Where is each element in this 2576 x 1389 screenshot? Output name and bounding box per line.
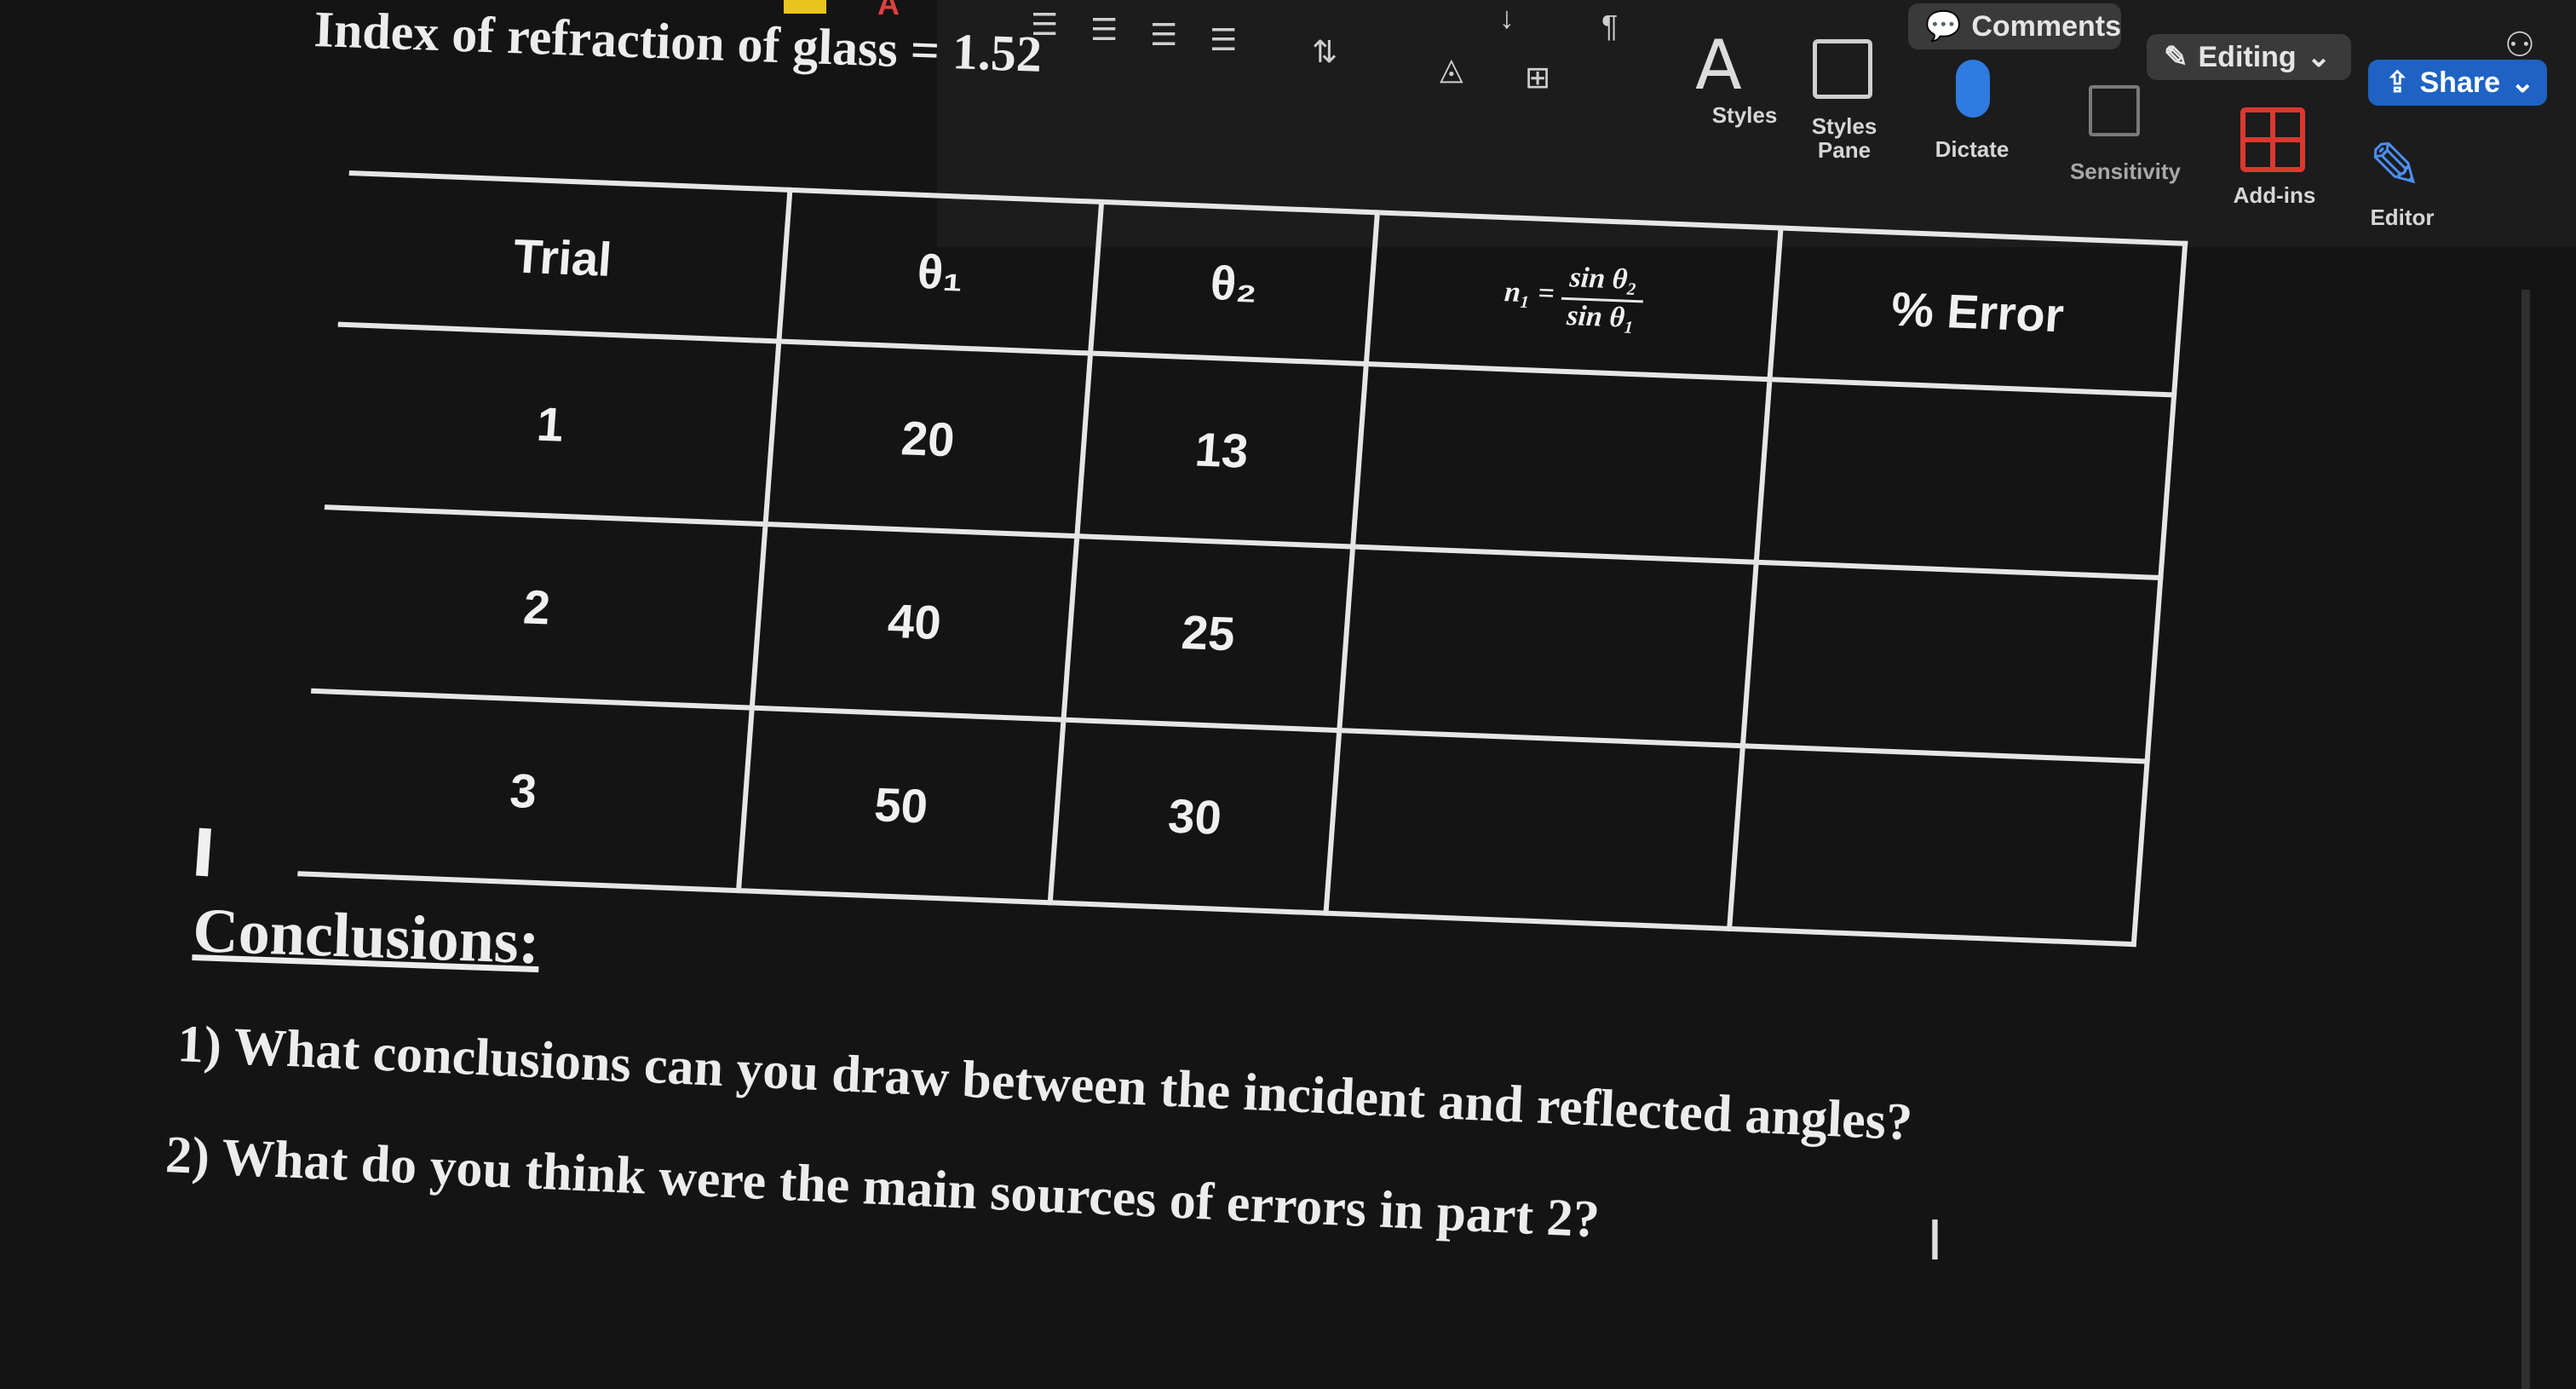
question-2: 2) What do you think were the main sourc…: [164, 1125, 1601, 1249]
header-ratio: n₁ = sin θ₂ sin θ₁: [1366, 212, 1781, 380]
shading-icon[interactable]: ◬: [1440, 51, 1463, 87]
cell-trial[interactable]: 3: [297, 690, 752, 891]
line-spacing-icon[interactable]: ⇅: [1312, 34, 1337, 70]
text-cursor: [196, 827, 211, 877]
comments-label: Comments: [1971, 9, 2122, 43]
ibeam-cursor-icon: I: [1927, 1210, 1943, 1273]
cell-theta2[interactable]: 30: [1050, 719, 1340, 914]
microphone-icon[interactable]: [1956, 60, 1990, 118]
sensitivity-icon[interactable]: [2089, 85, 2140, 136]
sensitivity-label[interactable]: Sensitivity: [2053, 158, 2198, 185]
justify-icon[interactable]: ☰: [1210, 22, 1237, 58]
question-1: 1) What conclusions can you draw between…: [175, 1014, 1914, 1152]
styles-pane-icon[interactable]: [1813, 39, 1872, 99]
dictate-label[interactable]: Dictate: [1921, 136, 2023, 163]
cell-theta2[interactable]: 25: [1063, 536, 1353, 730]
share-button[interactable]: ⇪ Share ⌄: [2368, 60, 2547, 106]
ratio-fraction: sin θ₂ sin θ₁: [1559, 261, 1646, 335]
font-color-icon[interactable]: A: [877, 0, 900, 22]
refraction-data-table: Trial θ₁ θ₂ n₁ = sin θ₂ sin θ₁ % Error 1…: [297, 170, 2188, 947]
editor-label[interactable]: Editor: [2355, 205, 2449, 231]
ratio-denominator: sin θ₁: [1566, 299, 1636, 334]
chevron-down-icon: ⌄: [2306, 41, 2332, 73]
scrollbar[interactable]: [2521, 290, 2530, 1389]
show-formatting-icon[interactable]: ¶: [1601, 9, 1618, 44]
add-ins-icon[interactable]: [2240, 107, 2305, 172]
header-trial: Trial: [337, 172, 791, 342]
cell-theta2[interactable]: 13: [1077, 353, 1366, 547]
cell-trial[interactable]: 1: [324, 324, 779, 525]
conclusions-heading: Conclusions:: [192, 895, 541, 978]
ratio-numerator: sin θ₂: [1561, 261, 1646, 303]
align-right-icon[interactable]: ☰: [1150, 17, 1177, 53]
chevron-down-icon: ⌄: [2510, 66, 2535, 99]
align-center-icon[interactable]: ☰: [1090, 12, 1118, 48]
header-error: % Error: [1769, 228, 2186, 395]
share-icon: ⇪: [2385, 66, 2410, 99]
editor-pen-icon[interactable]: ✎: [2368, 128, 2423, 204]
ratio-formula: n₁ = sin θ₂ sin θ₁: [1503, 261, 1646, 334]
borders-icon[interactable]: ⊞: [1525, 60, 1550, 95]
styles-pane-label[interactable]: Styles Pane: [1802, 114, 1887, 162]
styles-label[interactable]: Styles: [1702, 102, 1787, 129]
header-theta1: θ₁: [779, 189, 1102, 354]
pencil-icon: ✎: [2164, 41, 2188, 73]
document-title: Index of refraction of glass = 1.52: [313, 0, 1044, 83]
styles-icon[interactable]: A: [1695, 26, 1742, 105]
cell-ratio[interactable]: [1325, 729, 1744, 929]
comment-icon: 💬: [1925, 10, 1962, 43]
cell-ratio[interactable]: [1352, 363, 1770, 563]
cell-theta1[interactable]: 40: [751, 524, 1078, 720]
cell-trial[interactable]: 2: [311, 507, 766, 708]
cell-error[interactable]: [1729, 745, 2148, 945]
data-table-wrapper: Trial θ₁ θ₂ n₁ = sin θ₂ sin θ₁ % Error 1…: [297, 170, 2188, 947]
highlight-color-icon[interactable]: [784, 0, 826, 14]
collaborator-icon[interactable]: ⚇: [2504, 26, 2535, 65]
header-theta2: θ₂: [1090, 201, 1377, 364]
ratio-lhs: n₁ =: [1503, 276, 1556, 310]
editing-mode-button[interactable]: ✎ Editing ⌄: [2147, 34, 2351, 80]
cell-error[interactable]: [1743, 562, 2161, 762]
add-ins-label[interactable]: Add-ins: [2219, 182, 2330, 209]
editing-label: Editing: [2198, 40, 2297, 73]
cell-error[interactable]: [1757, 379, 2175, 579]
cell-theta1[interactable]: 20: [765, 341, 1091, 537]
share-label: Share: [2419, 66, 2501, 99]
sort-icon[interactable]: ↓: [1499, 0, 1515, 36]
comments-button[interactable]: 💬 Comments: [1908, 3, 2121, 49]
cell-theta1[interactable]: 50: [738, 707, 1064, 903]
cell-ratio[interactable]: [1339, 546, 1757, 746]
